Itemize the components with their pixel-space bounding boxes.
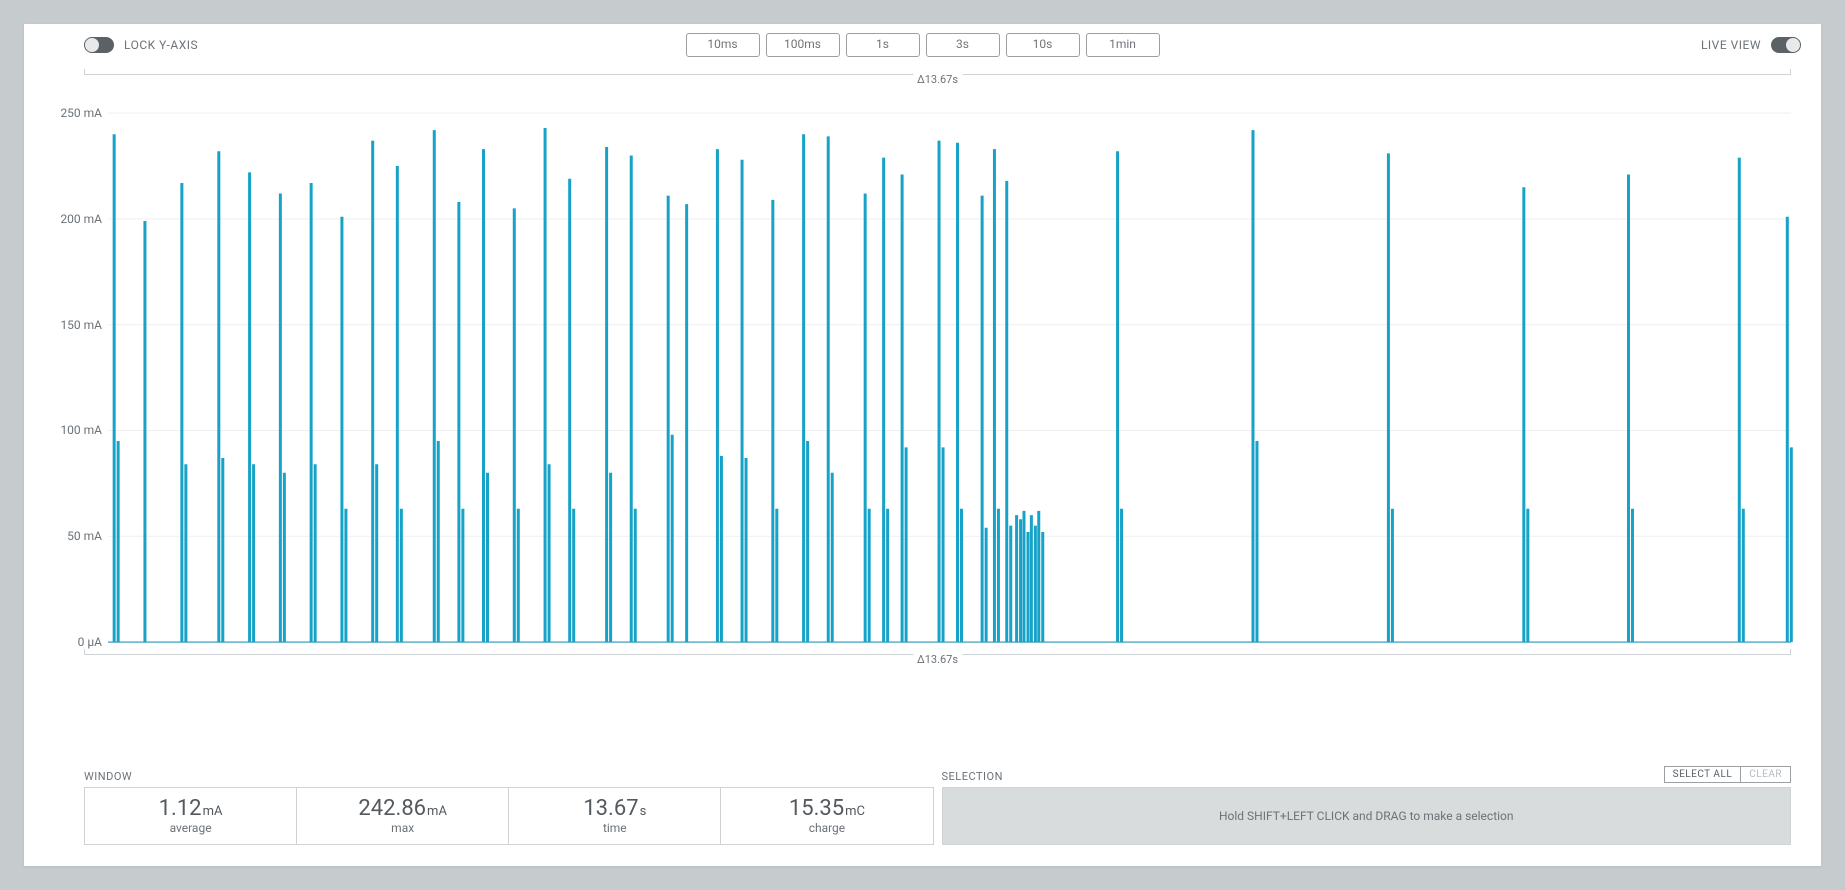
select-all-button[interactable]: SELECT ALL xyxy=(1664,766,1742,783)
live-view-label: LIVE VIEW xyxy=(1701,38,1761,52)
stat-label: time xyxy=(603,821,627,835)
stats-row: WINDOW 1.12mAaverage242.86mAmax13.67stim… xyxy=(84,770,1791,848)
time-ruler-bottom: Δ13.67s xyxy=(84,654,1791,665)
stat-value: 13.67s xyxy=(583,797,646,821)
window-title: WINDOW xyxy=(84,770,934,783)
zoom-preset-button[interactable]: 100ms xyxy=(766,33,840,57)
stat-cell: 15.35mCcharge xyxy=(721,788,932,844)
stat-label: max xyxy=(391,821,414,835)
time-ruler-top: Δ13.67s xyxy=(84,74,1791,85)
zoom-preset-button[interactable]: 10s xyxy=(1006,33,1080,57)
y-axis-tick-label: 50 mA xyxy=(67,529,102,543)
stat-cell: 1.12mAaverage xyxy=(85,788,297,844)
selection-hint: Hold SHIFT+LEFT CLICK and DRAG to make a… xyxy=(1219,809,1514,823)
selection-hint-area: Hold SHIFT+LEFT CLICK and DRAG to make a… xyxy=(942,787,1792,845)
stat-value: 1.12mA xyxy=(159,797,223,821)
top-toolbar: LOCK Y-AXIS 10ms100ms1s3s10s1min LIVE VI… xyxy=(24,30,1821,60)
time-delta-bottom: Δ13.67s xyxy=(913,653,962,666)
zoom-preset-button[interactable]: 1s xyxy=(846,33,920,57)
zoom-preset-button[interactable]: 3s xyxy=(926,33,1000,57)
chart-area[interactable]: Δ13.67s 0 µA50 mA100 mA150 mA200 mA250 m… xyxy=(84,74,1791,664)
y-axis-tick-label: 100 mA xyxy=(60,423,102,437)
window-stats-grid: 1.12mAaverage242.86mAmax13.67stime15.35m… xyxy=(84,787,934,845)
stat-value: 242.86mA xyxy=(358,797,447,821)
clear-selection-button[interactable]: CLEAR xyxy=(1741,766,1791,783)
window-stats-block: WINDOW 1.12mAaverage242.86mAmax13.67stim… xyxy=(84,770,934,848)
time-delta-top: Δ13.67s xyxy=(913,73,962,86)
stat-cell: 242.86mAmax xyxy=(297,788,509,844)
zoom-preset-button[interactable]: 10ms xyxy=(686,33,760,57)
plot-canvas[interactable]: 0 µA50 mA100 mA150 mA200 mA250 mA xyxy=(108,92,1791,643)
y-axis-tick-label: 200 mA xyxy=(60,212,102,226)
y-axis-tick-label: 150 mA xyxy=(60,318,102,332)
power-profiler-panel: LOCK Y-AXIS 10ms100ms1s3s10s1min LIVE VI… xyxy=(24,24,1821,866)
stat-cell: 13.67stime xyxy=(509,788,721,844)
zoom-preset-group: 10ms100ms1s3s10s1min xyxy=(686,33,1160,57)
chart-svg xyxy=(108,92,1791,642)
lock-y-axis-toggle[interactable] xyxy=(84,37,114,53)
live-view-toggle[interactable] xyxy=(1771,37,1801,53)
y-axis-tick-label: 250 mA xyxy=(60,106,102,120)
stat-label: average xyxy=(170,821,212,835)
stat-label: charge xyxy=(809,821,845,835)
zoom-preset-button[interactable]: 1min xyxy=(1086,33,1160,57)
selection-block: SELECTION SELECT ALL CLEAR Hold SHIFT+LE… xyxy=(942,770,1792,848)
y-axis-tick-label: 0 µA xyxy=(78,635,102,649)
lock-y-axis-label: LOCK Y-AXIS xyxy=(124,38,198,52)
stat-value: 15.35mC xyxy=(789,797,865,821)
